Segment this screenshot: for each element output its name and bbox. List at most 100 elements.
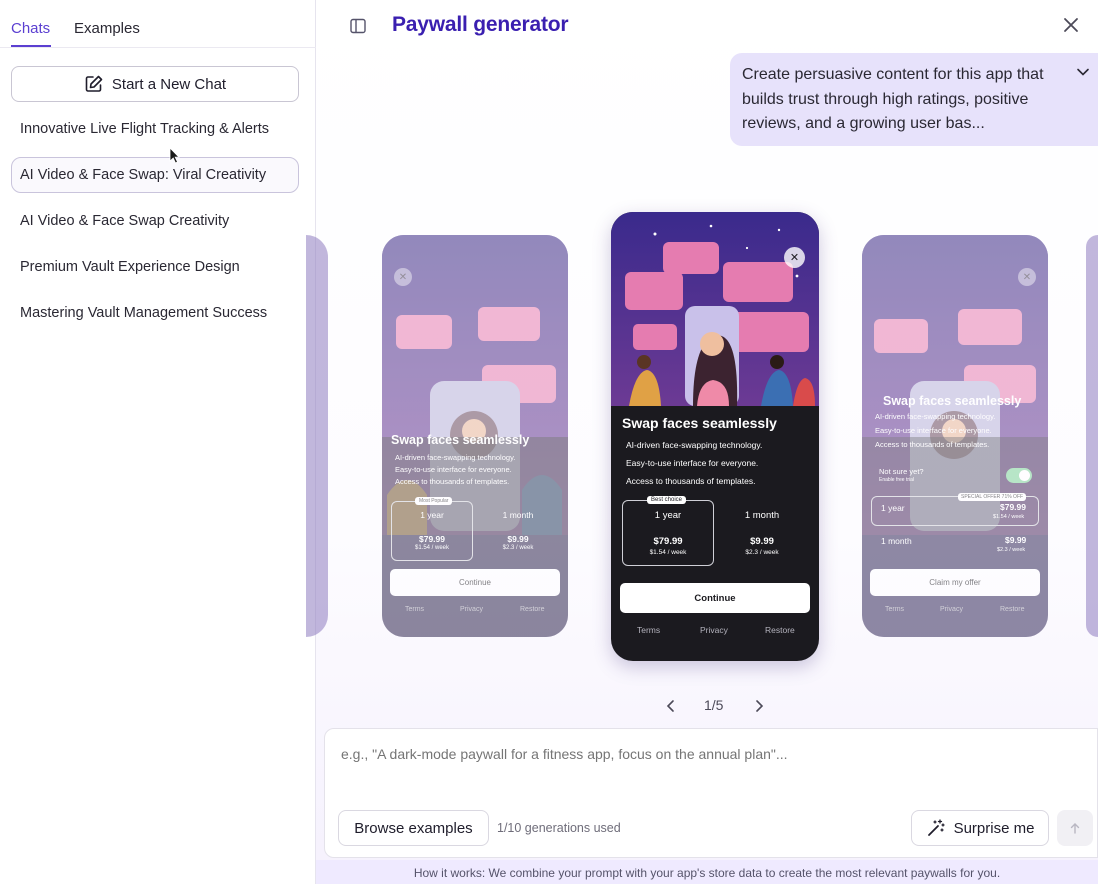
new-chat-label: Start a New Chat bbox=[111, 75, 227, 93]
plan-label[interactable]: 1 month bbox=[881, 536, 912, 546]
chat-item[interactable]: Innovative Live Flight Tracking & Alerts bbox=[11, 111, 299, 147]
tab-examples[interactable]: Examples bbox=[74, 20, 140, 37]
chat-item-label: Innovative Live Flight Tracking & Alerts bbox=[20, 121, 270, 137]
how-it-works-banner: How it works: We combine your prompt wit… bbox=[316, 860, 1098, 884]
close-icon[interactable] bbox=[1062, 16, 1080, 34]
paywall-preview-center[interactable]: ✕ Swap faces seamlessly AI-driven face-s… bbox=[611, 212, 819, 661]
chat-item-label: Mastering Vault Management Success bbox=[20, 305, 268, 321]
surprise-me-button[interactable]: Surprise me bbox=[911, 810, 1049, 846]
plan-badge: Most Popular bbox=[415, 497, 453, 505]
trial-label: Not sure yet? bbox=[879, 467, 924, 476]
terms-link[interactable]: Terms bbox=[405, 606, 424, 613]
feature-item: AI-driven face-swapping technology. bbox=[395, 453, 516, 462]
feature-item: Easy-to-use interface for everyone. bbox=[626, 458, 759, 468]
terms-link[interactable]: Terms bbox=[885, 606, 904, 613]
prompt-bubble[interactable]: Create persuasive content for this app t… bbox=[730, 53, 1098, 146]
paywall-title: Swap faces seamlessly bbox=[622, 415, 777, 431]
feature-item: AI-driven face-swapping technology. bbox=[875, 412, 996, 421]
generations-counter: 1/10 generations used bbox=[497, 821, 621, 835]
active-tab-indicator bbox=[11, 45, 51, 47]
composer: Browse examples 1/10 generations used Su… bbox=[324, 728, 1098, 858]
trial-toggle[interactable] bbox=[1006, 468, 1032, 483]
chat-item[interactable]: AI Video & Face Swap: Viral Creativity bbox=[11, 157, 299, 193]
magic-wand-icon bbox=[927, 819, 945, 836]
surprise-me-label: Surprise me bbox=[953, 819, 1035, 837]
chevron-down-icon[interactable] bbox=[1076, 65, 1090, 79]
browse-examples-button[interactable]: Browse examples bbox=[338, 810, 489, 846]
plan-label: 1 year bbox=[881, 503, 905, 513]
plan-label: 1 year bbox=[420, 510, 444, 520]
plan-per-week: $2.3 / week bbox=[502, 545, 534, 551]
plan-price: $79.99 bbox=[419, 534, 445, 544]
close-icon[interactable]: ✕ bbox=[1018, 268, 1036, 286]
tab-chats[interactable]: Chats bbox=[11, 20, 50, 37]
main-panel: Paywall generator Create persuasive cont… bbox=[306, 0, 1098, 884]
send-button[interactable] bbox=[1057, 810, 1093, 846]
paywall-features: AI-driven face-swapping technology. Easy… bbox=[395, 452, 515, 488]
prompt-input[interactable] bbox=[341, 746, 1041, 762]
plan-per-week: $1.54 / week bbox=[649, 549, 687, 556]
toggle-knob bbox=[1019, 470, 1030, 481]
chat-item-label: AI Video & Face Swap: Viral Creativity bbox=[20, 167, 267, 183]
paywall-features: AI-driven face-swapping technology. Easy… bbox=[626, 436, 762, 490]
arrow-up-icon bbox=[1070, 823, 1080, 834]
paywall-preview-left[interactable]: ✕ Swap faces seamlessly AI-driven face-s… bbox=[382, 235, 568, 637]
restore-link[interactable]: Restore bbox=[765, 625, 795, 635]
feature-item: Access to thousands of templates. bbox=[395, 477, 510, 486]
plan-per-week: $2.3 / week bbox=[745, 549, 779, 556]
paywall-preview-partial[interactable] bbox=[1086, 235, 1098, 637]
privacy-link[interactable]: Privacy bbox=[940, 606, 963, 613]
privacy-link[interactable]: Privacy bbox=[460, 606, 483, 613]
plan-per-week: $1.54 / week bbox=[414, 545, 450, 551]
sidebar-toggle-icon[interactable] bbox=[350, 18, 366, 34]
chat-item[interactable]: AI Video & Face Swap Creativity bbox=[11, 203, 299, 239]
close-icon[interactable]: ✕ bbox=[784, 247, 805, 268]
prompt-text: Create persuasive content for this app t… bbox=[742, 66, 1044, 132]
paywall-features: AI-driven face-swapping technology. Easy… bbox=[875, 410, 995, 452]
plan-price: $9.99 bbox=[507, 534, 529, 544]
plan-price: $79.99 bbox=[653, 536, 683, 547]
chevron-left-icon[interactable] bbox=[664, 699, 678, 713]
plan-badge: Best choice bbox=[647, 496, 687, 504]
plan-label[interactable]: 1 month bbox=[477, 510, 559, 520]
continue-button[interactable]: Continue bbox=[620, 583, 810, 613]
paywall-preview-partial[interactable] bbox=[306, 235, 328, 637]
illustration-image bbox=[611, 212, 819, 406]
terms-link[interactable]: Terms bbox=[637, 625, 660, 635]
page-title: Paywall generator bbox=[392, 13, 569, 36]
plan-label: 1 year bbox=[654, 510, 682, 521]
plan-label[interactable]: 1 month bbox=[716, 510, 808, 521]
continue-button[interactable]: Continue bbox=[390, 569, 560, 596]
paywall-title: Swap faces seamlessly bbox=[391, 433, 530, 447]
chat-item[interactable]: Premium Vault Experience Design bbox=[11, 249, 299, 285]
feature-item: Access to thousands of templates. bbox=[875, 440, 990, 449]
claim-offer-button[interactable]: Claim my offer bbox=[870, 569, 1040, 596]
plan-price: $79.99 bbox=[1000, 502, 1026, 512]
plan-per-week: $1.54 / week bbox=[993, 514, 1025, 520]
paywall-title: Swap faces seamlessly bbox=[883, 394, 1022, 408]
restore-link[interactable]: Restore bbox=[1000, 606, 1025, 613]
chat-item-label: Premium Vault Experience Design bbox=[20, 259, 240, 275]
sidebar: Chats Examples Start a New Chat Innovati… bbox=[0, 0, 316, 884]
edit-icon bbox=[85, 75, 103, 92]
plan-badge: SPECIAL OFFER 71% OFF bbox=[958, 493, 1027, 501]
feature-item: Easy-to-use interface for everyone. bbox=[395, 465, 512, 474]
privacy-link[interactable]: Privacy bbox=[700, 625, 728, 635]
chat-item[interactable]: Mastering Vault Management Success bbox=[11, 295, 299, 331]
new-chat-button[interactable]: Start a New Chat bbox=[11, 66, 299, 102]
sidebar-tabs: Chats Examples bbox=[0, 0, 316, 48]
chevron-right-icon[interactable] bbox=[752, 699, 766, 713]
feature-item: AI-driven face-swapping technology. bbox=[626, 440, 763, 450]
restore-link[interactable]: Restore bbox=[520, 606, 545, 613]
feature-item: Access to thousands of templates. bbox=[626, 476, 756, 486]
plan-per-week: $2.3 / week bbox=[997, 547, 1026, 553]
mouse-cursor-icon bbox=[169, 147, 180, 164]
plan-price: $9.99 bbox=[1005, 535, 1027, 545]
feature-item: Easy-to-use interface for everyone. bbox=[875, 426, 992, 435]
paywall-preview-right[interactable]: ✕ Swap faces seamlessly AI-driven face-s… bbox=[862, 235, 1048, 637]
plan-price: $9.99 bbox=[750, 536, 774, 547]
close-icon[interactable]: ✕ bbox=[394, 268, 412, 286]
pager-label: 1/5 bbox=[704, 697, 724, 713]
chat-item-label: AI Video & Face Swap Creativity bbox=[20, 213, 230, 229]
trial-sublabel: Enable free trial bbox=[879, 477, 915, 483]
